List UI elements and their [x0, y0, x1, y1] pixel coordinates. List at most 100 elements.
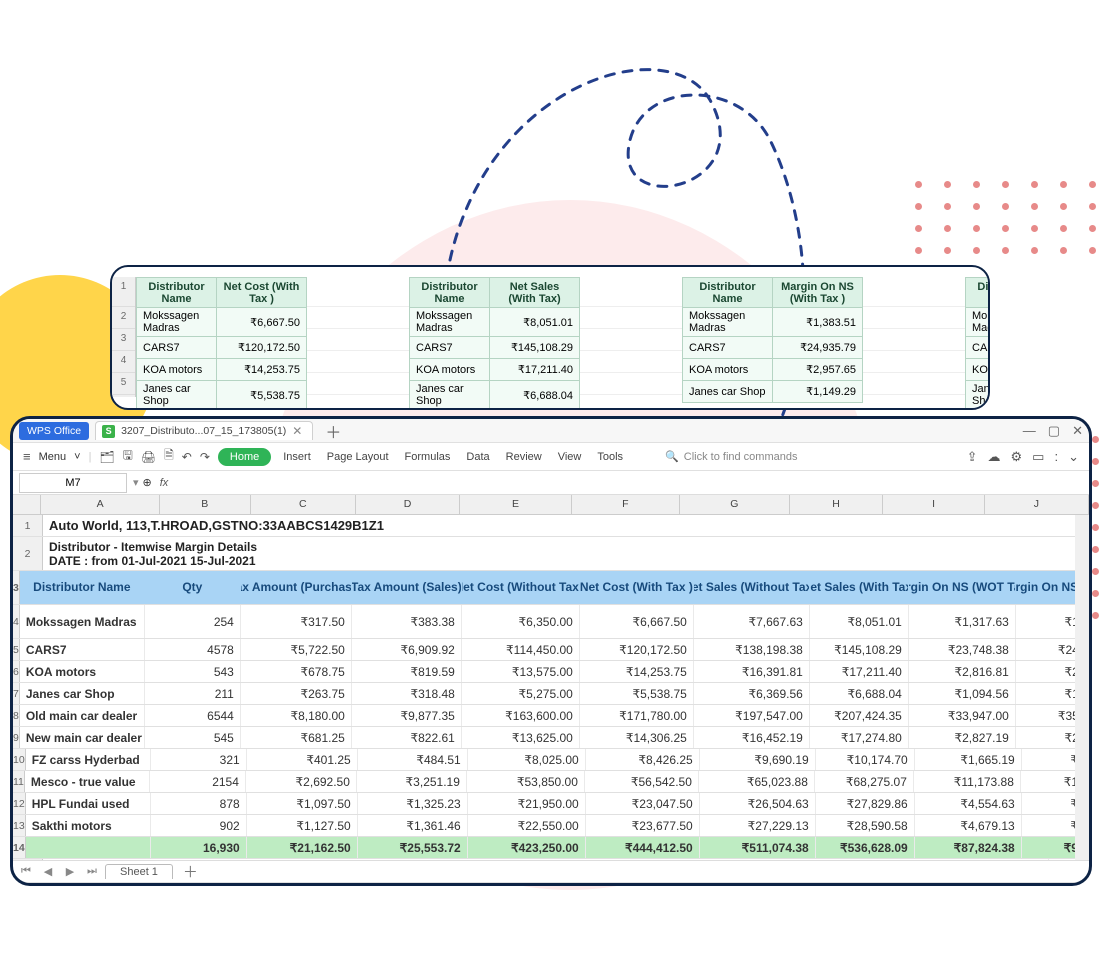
- cell-nsw[interactable]: ₹8,051.01: [810, 605, 909, 638]
- cell-taxp[interactable]: ₹8,180.00: [241, 705, 352, 726]
- cell-ncw[interactable]: ₹8,426.25: [586, 749, 700, 770]
- cell-name[interactable]: Mesco - true value: [25, 771, 150, 792]
- cell-nsw[interactable]: ₹10,174.70: [816, 749, 915, 770]
- next-sheet-button[interactable]: ▶: [61, 865, 79, 878]
- file-tab[interactable]: S 3207_Distributo...07_15_173805(1) ✕: [95, 421, 313, 440]
- formula-input[interactable]: [176, 474, 1089, 492]
- table-row[interactable]: 7Janes car Shop211₹263.75₹318.48₹5,275.0…: [13, 683, 1089, 705]
- tab-review[interactable]: Review: [502, 451, 546, 463]
- col-header-B[interactable]: B: [160, 495, 251, 514]
- hamburger-icon[interactable]: ≡: [23, 449, 31, 464]
- undo-icon[interactable]: ↶: [182, 450, 192, 464]
- command-search[interactable]: 🔍 Click to find commands: [665, 450, 797, 463]
- cell-name[interactable]: Sakthi motors: [26, 815, 151, 836]
- cell-mwo[interactable]: ₹23,748.38: [909, 639, 1016, 660]
- table-row[interactable]: 13Sakthi motors902₹1,127.50₹1,361.46₹22,…: [13, 815, 1089, 837]
- close-tab-icon[interactable]: ✕: [292, 424, 302, 438]
- cell-nsw[interactable]: ₹68,275.07: [815, 771, 914, 792]
- cell-taxs[interactable]: ₹819.59: [352, 661, 462, 682]
- cell-mwo[interactable]: ₹2,816.81: [909, 661, 1016, 682]
- row-header[interactable]: 10: [13, 749, 26, 770]
- tab-page-layout[interactable]: Page Layout: [323, 451, 393, 463]
- cell-ncwo[interactable]: ₹21,950.00: [468, 793, 586, 814]
- cell-taxs[interactable]: ₹9,877.35: [352, 705, 462, 726]
- open-icon[interactable]: 🗂: [99, 450, 114, 464]
- cell-ncwo[interactable]: ₹22,550.00: [468, 815, 586, 836]
- cell-name[interactable]: KOA motors: [20, 661, 145, 682]
- cell-taxp[interactable]: ₹401.25: [247, 749, 358, 770]
- tab-tools[interactable]: Tools: [593, 451, 627, 463]
- table-row[interactable]: 6KOA motors543₹678.75₹819.59₹13,575.00₹1…: [13, 661, 1089, 683]
- cell-qty[interactable]: 321: [151, 749, 247, 770]
- tab-view[interactable]: View: [554, 451, 586, 463]
- window-restore-button[interactable]: ▢: [1048, 423, 1060, 439]
- cell-ncwo[interactable]: ₹5,275.00: [462, 683, 580, 704]
- window-minimize-button[interactable]: —: [1023, 423, 1036, 439]
- row-header[interactable]: 1: [13, 515, 43, 536]
- zoom-in-button[interactable]: ＋: [1070, 886, 1081, 887]
- table-row[interactable]: 9New main car dealer545₹681.25₹822.61₹13…: [13, 727, 1089, 749]
- cell-taxp[interactable]: ₹1,097.50: [247, 793, 358, 814]
- row-header[interactable]: 6: [13, 661, 20, 682]
- name-box[interactable]: [19, 473, 127, 493]
- col-header-J[interactable]: J: [985, 495, 1089, 514]
- cell-taxp[interactable]: ₹681.25: [241, 727, 352, 748]
- menu-caret[interactable]: ˅: [74, 451, 80, 463]
- cell-qty[interactable]: 878: [151, 793, 247, 814]
- col-header-G[interactable]: G: [680, 495, 790, 514]
- cell-ncwo[interactable]: ₹6,350.00: [462, 605, 580, 638]
- cell-taxp[interactable]: ₹1,127.50: [247, 815, 358, 836]
- cell-qty[interactable]: 902: [151, 815, 247, 836]
- cell-taxp[interactable]: ₹317.50: [241, 605, 352, 638]
- print-preview-icon[interactable]: 🗎: [164, 446, 174, 467]
- cell-nswo[interactable]: ₹16,391.81: [694, 661, 810, 682]
- column-headers[interactable]: A B C D E F G H I J: [13, 495, 1089, 515]
- cell-qty[interactable]: 2154: [150, 771, 246, 792]
- cell-taxp[interactable]: ₹678.75: [241, 661, 352, 682]
- cell-nswo[interactable]: ₹9,690.19: [700, 749, 816, 770]
- col-header-I[interactable]: I: [883, 495, 984, 514]
- cell-qty[interactable]: 211: [145, 683, 241, 704]
- row-header[interactable]: 11: [13, 771, 25, 792]
- cell-name[interactable]: Old main car dealer: [20, 705, 145, 726]
- cell-ncwo[interactable]: ₹114,450.00: [462, 639, 580, 660]
- cell-ncw[interactable]: ₹56,542.50: [585, 771, 699, 792]
- row-header[interactable]: 7: [13, 683, 20, 704]
- cell-mwo[interactable]: ₹4,679.13: [915, 815, 1022, 836]
- cell-name[interactable]: HPL Fundai used: [26, 793, 151, 814]
- prev-sheet-button[interactable]: ◀: [39, 865, 57, 878]
- cell-name[interactable]: Mokssagen Madras: [20, 605, 145, 638]
- window-close-button[interactable]: ✕: [1072, 423, 1083, 439]
- col-header-D[interactable]: D: [356, 495, 460, 514]
- cell-ncw[interactable]: ₹120,172.50: [580, 639, 694, 660]
- redo-icon[interactable]: ↷: [200, 450, 210, 464]
- cell-taxs[interactable]: ₹1,325.23: [358, 793, 468, 814]
- row-header[interactable]: 3: [13, 571, 20, 604]
- cell-mwo[interactable]: ₹33,947.00: [909, 705, 1016, 726]
- cell-mwo[interactable]: ₹2,827.19: [909, 727, 1016, 748]
- row-header[interactable]: 14: [13, 837, 26, 858]
- table-row[interactable]: 8Old main car dealer6544₹8,180.00₹9,877.…: [13, 705, 1089, 727]
- cell-taxp[interactable]: ₹5,722.50: [241, 639, 352, 660]
- tab-insert[interactable]: Insert: [279, 451, 315, 463]
- table-row[interactable]: 5CARS74578₹5,722.50₹6,909.92₹114,450.00₹…: [13, 639, 1089, 661]
- row-header[interactable]: 15: [13, 859, 43, 860]
- cell-name[interactable]: CARS7: [20, 639, 145, 660]
- cell-taxs[interactable]: ₹822.61: [352, 727, 462, 748]
- fx-label[interactable]: fx: [160, 477, 169, 489]
- cell-name[interactable]: Janes car Shop: [20, 683, 145, 704]
- cell-mwo[interactable]: ₹4,554.63: [915, 793, 1022, 814]
- cell-qty[interactable]: 545: [145, 727, 241, 748]
- cell-nswo[interactable]: ₹138,198.38: [694, 639, 810, 660]
- tab-data[interactable]: Data: [462, 451, 493, 463]
- collapse-ribbon-icon[interactable]: ⌄: [1068, 449, 1079, 465]
- table-row[interactable]: 11Mesco - true value2154₹2,692.50₹3,251.…: [13, 771, 1089, 793]
- col-header-H[interactable]: H: [790, 495, 884, 514]
- cell-ncwo[interactable]: ₹163,600.00: [462, 705, 580, 726]
- row-header[interactable]: 9: [13, 727, 20, 748]
- cell-nswo[interactable]: ₹65,023.88: [699, 771, 815, 792]
- row-header[interactable]: 5: [13, 639, 20, 660]
- print-icon[interactable]: 🖨: [141, 450, 156, 464]
- cell-nsw[interactable]: ₹17,274.80: [810, 727, 909, 748]
- cell-nsw[interactable]: ₹207,424.35: [810, 705, 909, 726]
